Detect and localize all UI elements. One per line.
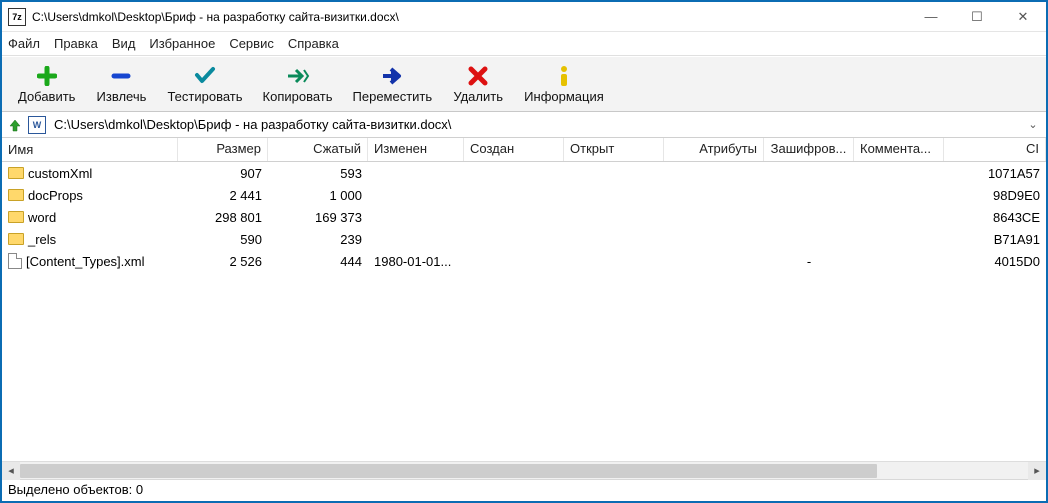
cell-packed: 1 000 <box>268 188 368 203</box>
cell-packed: 169 373 <box>268 210 368 225</box>
folder-icon <box>8 211 24 223</box>
cell-modified: 1980-01-01... <box>368 254 464 269</box>
col-modified[interactable]: Изменен <box>368 138 464 161</box>
add-button[interactable]: Добавить <box>8 63 85 106</box>
cell-size: 2 441 <box>178 188 268 203</box>
nav-up-button[interactable] <box>6 116 24 134</box>
path-bar: W C:\Users\dmkol\Desktop\Бриф - на разра… <box>2 112 1046 138</box>
toolbar: Добавить Извлечь Тестировать Копировать … <box>2 56 1046 112</box>
scroll-thumb[interactable] <box>20 464 877 478</box>
col-crc[interactable]: CI <box>944 138 1046 161</box>
scroll-track[interactable] <box>20 462 1028 480</box>
test-button[interactable]: Тестировать <box>157 63 252 106</box>
info-label: Информация <box>524 89 604 104</box>
file-icon <box>8 253 22 269</box>
table-row[interactable]: customXml907593 1071A57 <box>2 162 1046 184</box>
col-accessed[interactable]: Открыт <box>564 138 664 161</box>
cell-size: 2 526 <box>178 254 268 269</box>
path-dropdown-button[interactable]: ⌄ <box>1024 118 1042 131</box>
cell-packed: 239 <box>268 232 368 247</box>
info-button[interactable]: Информация <box>514 63 614 106</box>
menu-bar: Файл Правка Вид Избранное Сервис Справка <box>2 32 1046 56</box>
arrow-right-icon <box>381 65 403 87</box>
cell-packed: 593 <box>268 166 368 181</box>
check-icon <box>194 65 216 87</box>
col-name[interactable]: Имя <box>2 138 178 161</box>
arrow-right-double-icon <box>286 65 310 87</box>
cell-encrypted: - <box>764 254 854 269</box>
horizontal-scrollbar[interactable]: ◂ ▸ <box>2 461 1046 479</box>
cell-name: word <box>2 210 178 225</box>
table-row[interactable]: _rels590239 B71A91 <box>2 228 1046 250</box>
col-encrypted[interactable]: Зашифров... <box>764 138 854 161</box>
test-label: Тестировать <box>167 89 242 104</box>
extract-label: Извлечь <box>97 89 147 104</box>
col-created[interactable]: Создан <box>464 138 564 161</box>
window-title: C:\Users\dmkol\Desktop\Бриф - на разрабо… <box>32 10 908 24</box>
extract-button[interactable]: Извлечь <box>85 63 157 106</box>
minus-icon <box>111 65 131 87</box>
col-packed[interactable]: Сжатый <box>268 138 368 161</box>
delete-button[interactable]: Удалить <box>442 63 514 106</box>
cell-name: docProps <box>2 188 178 203</box>
menu-file[interactable]: Файл <box>8 36 40 51</box>
title-bar: 7z C:\Users\dmkol\Desktop\Бриф - на разр… <box>2 2 1046 32</box>
col-attributes[interactable]: Атрибуты <box>664 138 764 161</box>
delete-label: Удалить <box>453 89 503 104</box>
col-size[interactable]: Размер <box>178 138 268 161</box>
x-icon <box>468 65 488 87</box>
cell-crc: 4015D0 <box>944 254 1046 269</box>
path-input[interactable]: C:\Users\dmkol\Desktop\Бриф - на разрабо… <box>50 117 1020 132</box>
docx-icon: W <box>28 116 46 134</box>
table-row[interactable]: [Content_Types].xml2 5264441980-01-01...… <box>2 250 1046 272</box>
cell-size: 298 801 <box>178 210 268 225</box>
menu-tools[interactable]: Сервис <box>229 36 274 51</box>
folder-icon <box>8 189 24 201</box>
move-button[interactable]: Переместить <box>343 63 443 106</box>
menu-edit[interactable]: Правка <box>54 36 98 51</box>
col-comment[interactable]: Коммента... <box>854 138 944 161</box>
status-bar: Выделено объектов: 0 <box>2 479 1046 501</box>
cell-packed: 444 <box>268 254 368 269</box>
menu-favorites[interactable]: Избранное <box>149 36 215 51</box>
cell-name: _rels <box>2 232 178 247</box>
maximize-button[interactable]: ☐ <box>954 2 1000 32</box>
table-row[interactable]: docProps2 4411 000 98D9E0 <box>2 184 1046 206</box>
move-label: Переместить <box>353 89 433 104</box>
app-icon: 7z <box>8 8 26 26</box>
folder-icon <box>8 167 24 179</box>
menu-help[interactable]: Справка <box>288 36 339 51</box>
scroll-right-button[interactable]: ▸ <box>1028 462 1046 480</box>
cell-name: [Content_Types].xml <box>2 253 178 269</box>
info-icon <box>557 65 571 87</box>
cell-name: customXml <box>2 166 178 181</box>
cell-crc: 98D9E0 <box>944 188 1046 203</box>
cell-crc: 1071A57 <box>944 166 1046 181</box>
copy-button[interactable]: Копировать <box>253 63 343 106</box>
cell-size: 590 <box>178 232 268 247</box>
scroll-left-button[interactable]: ◂ <box>2 462 20 480</box>
cell-crc: 8643CE <box>944 210 1046 225</box>
plus-icon <box>37 65 57 87</box>
folder-icon <box>8 233 24 245</box>
close-button[interactable]: ✕ <box>1000 2 1046 32</box>
menu-view[interactable]: Вид <box>112 36 136 51</box>
cell-crc: B71A91 <box>944 232 1046 247</box>
add-label: Добавить <box>18 89 75 104</box>
copy-label: Копировать <box>263 89 333 104</box>
table-row[interactable]: word298 801169 373 8643CE <box>2 206 1046 228</box>
file-list: customXml907593 1071A57 docProps2 4411 000… <box>2 162 1046 272</box>
minimize-button[interactable]: ― <box>908 2 954 32</box>
cell-size: 907 <box>178 166 268 181</box>
column-header-row: Имя Размер Сжатый Изменен Создан Открыт … <box>2 138 1046 162</box>
